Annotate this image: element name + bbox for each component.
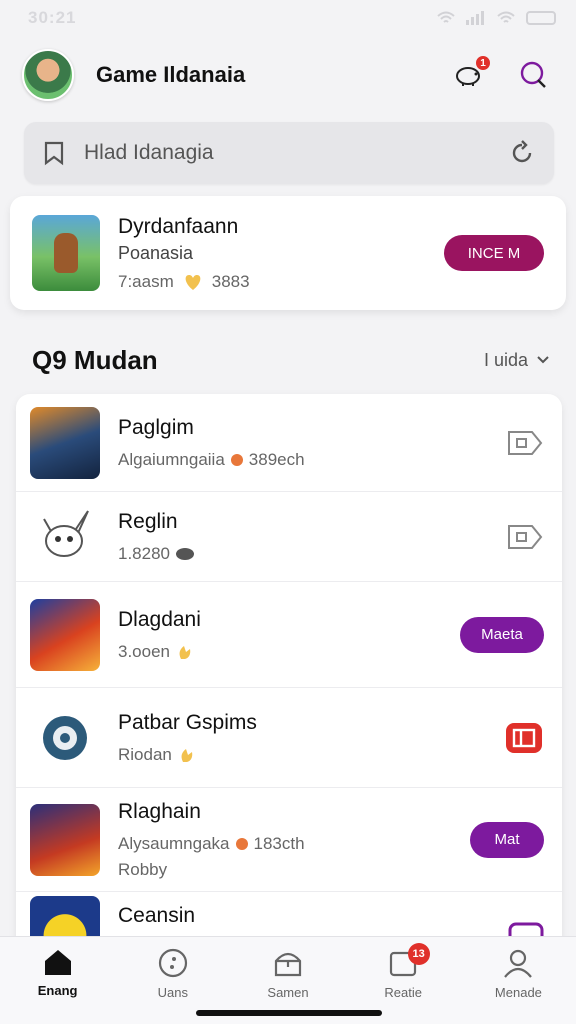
header-actions: 1 (452, 54, 554, 92)
game-thumbnail (30, 500, 100, 573)
featured-action-button[interactable]: INCE M (444, 235, 544, 271)
game-info: Rlaghain Alysaumngaka 183cth Robby (118, 800, 305, 880)
featured-game-name: Dyrdanfaann (118, 214, 239, 238)
app-title: Game Ildanaia (96, 62, 246, 87)
featured-game-thumbnail (32, 215, 100, 291)
home-icon (44, 950, 71, 975)
search-button[interactable] (516, 58, 550, 92)
game-info: Dlagdani 3.ooen (118, 608, 201, 662)
featured-game-info: Dyrdanfaann Poanasia 7:aasm 3883 (118, 215, 250, 292)
game-name: Rlaghain (118, 799, 201, 823)
list-item[interactable]: Patbar Gspims Riodan (16, 688, 562, 788)
section-title: Q9 Mudan (32, 344, 158, 375)
game-action-button[interactable]: Maeta (460, 616, 544, 653)
orange-dot-icon (230, 453, 243, 466)
game-meta: 1.8280 (118, 544, 194, 564)
game-name: Patbar Gspims (118, 710, 257, 734)
battery-icon (526, 11, 556, 25)
tab-profile[interactable]: Menade (461, 937, 576, 1024)
game-meta: Riodan (118, 745, 257, 765)
game-thumbnail (30, 406, 100, 479)
featured-game-card[interactable]: Dyrdanfaann Poanasia 7:aasm 3883 INCE M (10, 196, 566, 310)
tab-label: Uans (157, 985, 188, 1000)
bottom-tab-bar: Enang Uans Samen 13 Reatie Menade (0, 936, 576, 1024)
game-name: Paglgim (118, 415, 194, 439)
tab-home[interactable]: Enang (0, 937, 115, 1024)
tab-label: Menade (494, 985, 542, 1000)
controller-icon (176, 547, 194, 560)
filter-label: I uida (483, 349, 528, 370)
featured-game-subtitle: Poanasia (118, 242, 194, 263)
game-info: Reglin 1.8280 (118, 510, 194, 564)
game-name: Reglin (118, 509, 178, 533)
game-extra: Robby (118, 859, 168, 879)
wifi-icon (497, 11, 515, 23)
game-meta-right: 389ech (248, 449, 305, 469)
search-text: Hlad Idanagia (84, 141, 214, 164)
game-name: Ceansin (118, 904, 196, 927)
game-name: Dlagdani (118, 607, 201, 631)
tab-label: Enang (37, 983, 78, 998)
tag-icon[interactable] (506, 522, 544, 552)
list-item[interactable]: Reglin 1.8280 (16, 492, 562, 582)
orange-dot-icon (235, 837, 248, 850)
refresh-icon[interactable] (508, 139, 536, 167)
compass-icon (158, 948, 187, 978)
list-item[interactable]: Rlaghain Alysaumngaka 183cth Robby Mat (16, 788, 562, 892)
game-meta-text: Alysaumngaka (118, 833, 230, 853)
game-meta: 3.ooen (118, 642, 201, 662)
signal-icon (466, 11, 486, 25)
game-thumbnail (30, 701, 100, 774)
store-icon (274, 952, 302, 977)
game-meta-text: Algaiumngaiia (118, 449, 225, 469)
game-info: Ceansin (118, 896, 195, 928)
tab-label: Reatie (384, 985, 422, 1000)
game-meta-right: 183cth (253, 833, 305, 853)
game-thumbnail (30, 598, 100, 671)
game-meta-text: Riodan (118, 744, 172, 764)
list-item[interactable]: Paglgim Algaiumngaiia 389ech (16, 394, 562, 492)
game-thumbnail (30, 803, 100, 876)
profile-icon (504, 949, 533, 978)
tag-icon[interactable] (506, 428, 544, 458)
section-filter-dropdown[interactable]: I uida (484, 350, 550, 371)
disc-icon (43, 715, 87, 760)
featured-meta-left: 7:aasm (118, 271, 174, 291)
tab-label: Samen (267, 985, 309, 1000)
game-meta: Alysaumngaka 183cth (118, 834, 305, 854)
section-header: Q9 Mudan I uida (32, 338, 550, 382)
status-bar: 30:21 (0, 0, 576, 36)
game-list: Paglgim Algaiumngaiia 389ech Reglin 1.82… (16, 394, 562, 954)
game-meta: Algaiumngaiia 389ech (118, 450, 305, 470)
avatar[interactable] (22, 49, 74, 101)
app-header: Game Ildanaia 1 (22, 44, 554, 106)
notifications-button[interactable]: 1 (452, 54, 492, 92)
home-indicator[interactable] (196, 1010, 382, 1016)
tab-badge: 13 (407, 943, 430, 965)
list-item[interactable]: Dlagdani 3.ooen Maeta (16, 582, 562, 688)
hand-icon (181, 748, 193, 762)
red-book-icon[interactable] (504, 721, 544, 755)
game-info: Patbar Gspims Riodan (118, 711, 257, 765)
bookmark-icon (44, 141, 64, 166)
chevron-down-icon (537, 356, 549, 364)
featured-game-meta: 7:aasm 3883 (118, 272, 250, 292)
game-meta-text: 3.ooen (118, 641, 170, 661)
featured-meta-right: 3883 (211, 271, 250, 291)
status-icons (436, 10, 556, 26)
heart-icon (185, 274, 201, 290)
status-time: 30:21 (28, 8, 77, 27)
notification-badge: 1 (474, 54, 492, 72)
game-info: Paglgim Algaiumngaiia 389ech (118, 416, 305, 470)
wifi-icon (437, 11, 455, 23)
search-icon (520, 61, 546, 88)
game-meta-text: 1.8280 (118, 543, 170, 563)
hand-icon (179, 645, 191, 659)
search-bar[interactable]: Hlad Idanagia (24, 122, 554, 184)
game-action-button[interactable]: Mat (470, 821, 544, 858)
cat-mascot-icon (43, 509, 89, 557)
